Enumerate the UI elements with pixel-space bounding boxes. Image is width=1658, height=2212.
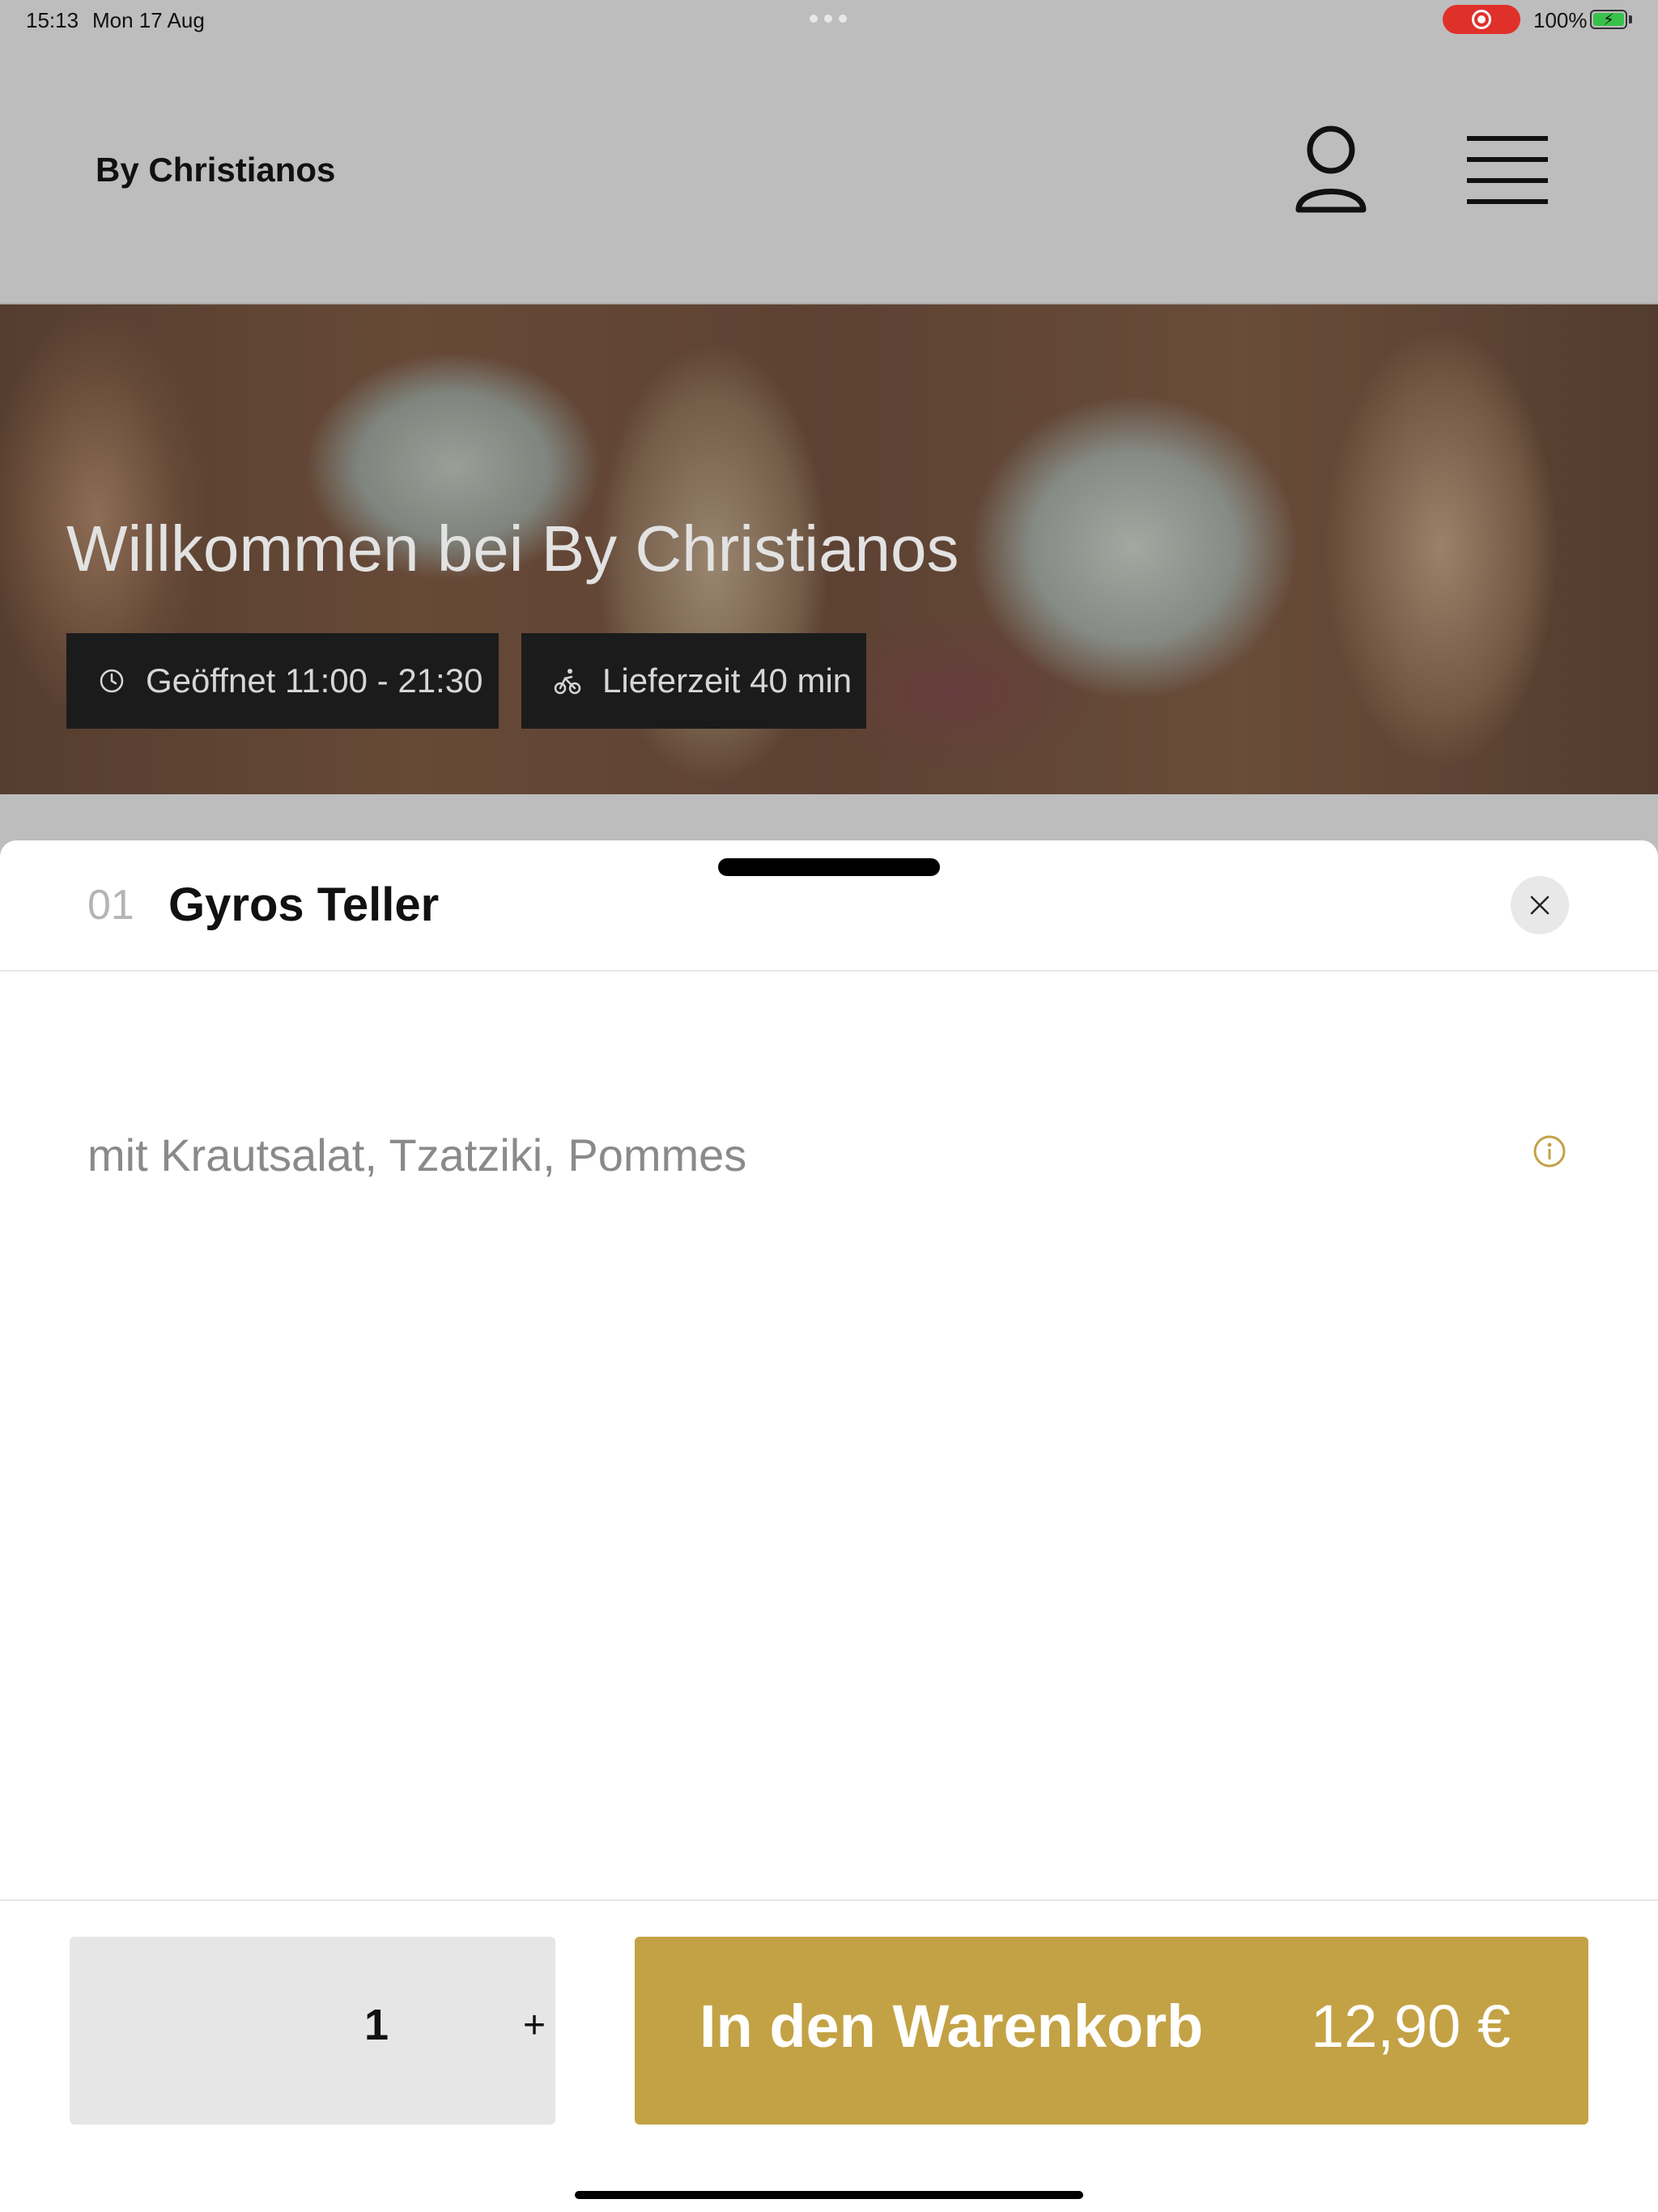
clock-icon bbox=[100, 669, 124, 693]
add-to-cart-label: In den Warenkorb bbox=[699, 1993, 1204, 2060]
item-description: mit Krautsalat, Tzatziki, Pommes bbox=[87, 1129, 747, 1180]
item-number: 01 bbox=[87, 882, 134, 929]
quantity-stepper: 1 + bbox=[70, 1937, 555, 2125]
bicycle-icon bbox=[554, 669, 581, 695]
status-time: 15:13 bbox=[26, 8, 79, 32]
info-icon[interactable] bbox=[1533, 1134, 1567, 1168]
hero-title: Willkommen bei By Christianos bbox=[66, 513, 959, 585]
close-icon bbox=[1530, 895, 1550, 915]
hero-banner: Willkommen bei By Christianos Geöffnet 1… bbox=[0, 304, 1658, 794]
menu-icon[interactable] bbox=[1467, 136, 1548, 204]
footer-divider bbox=[0, 1899, 1658, 1901]
status-bar: 15:13 Mon 17 Aug 100% ⚡ bbox=[0, 0, 1658, 39]
sheet-grabber[interactable] bbox=[718, 858, 940, 876]
battery-icon: ⚡ bbox=[1590, 10, 1627, 29]
home-indicator[interactable] bbox=[575, 2191, 1083, 2199]
brand-title[interactable]: By Christianos bbox=[96, 151, 335, 189]
increment-button[interactable]: + bbox=[523, 2003, 546, 2048]
delivery-time-text: Lieferzeit 40 min bbox=[602, 661, 852, 700]
item-price: 12,90 € bbox=[1311, 1993, 1511, 2060]
app-header: By Christianos bbox=[0, 39, 1658, 304]
item-title: Gyros Teller bbox=[168, 878, 440, 931]
add-to-cart-button[interactable]: In den Warenkorb 12,90 € bbox=[635, 1937, 1588, 2125]
user-icon[interactable] bbox=[1294, 124, 1368, 215]
battery-percentage: 100% bbox=[1533, 8, 1588, 32]
quantity-value: 1 bbox=[364, 2001, 389, 2049]
multitasking-dots-icon[interactable] bbox=[810, 15, 847, 23]
battery-cap bbox=[1629, 15, 1632, 23]
status-date: Mon 17 Aug bbox=[92, 8, 205, 32]
close-button[interactable] bbox=[1511, 876, 1569, 934]
delivery-time-chip: Lieferzeit 40 min bbox=[521, 633, 866, 729]
sheet-divider bbox=[0, 970, 1658, 972]
opening-hours-text: Geöffnet 11:00 - 21:30 bbox=[146, 661, 483, 700]
screen-recording-icon[interactable] bbox=[1443, 5, 1520, 34]
item-detail-sheet: 01 Gyros Teller mit Krautsalat, Tzatziki… bbox=[0, 840, 1658, 2212]
opening-hours-chip: Geöffnet 11:00 - 21:30 bbox=[66, 633, 499, 729]
